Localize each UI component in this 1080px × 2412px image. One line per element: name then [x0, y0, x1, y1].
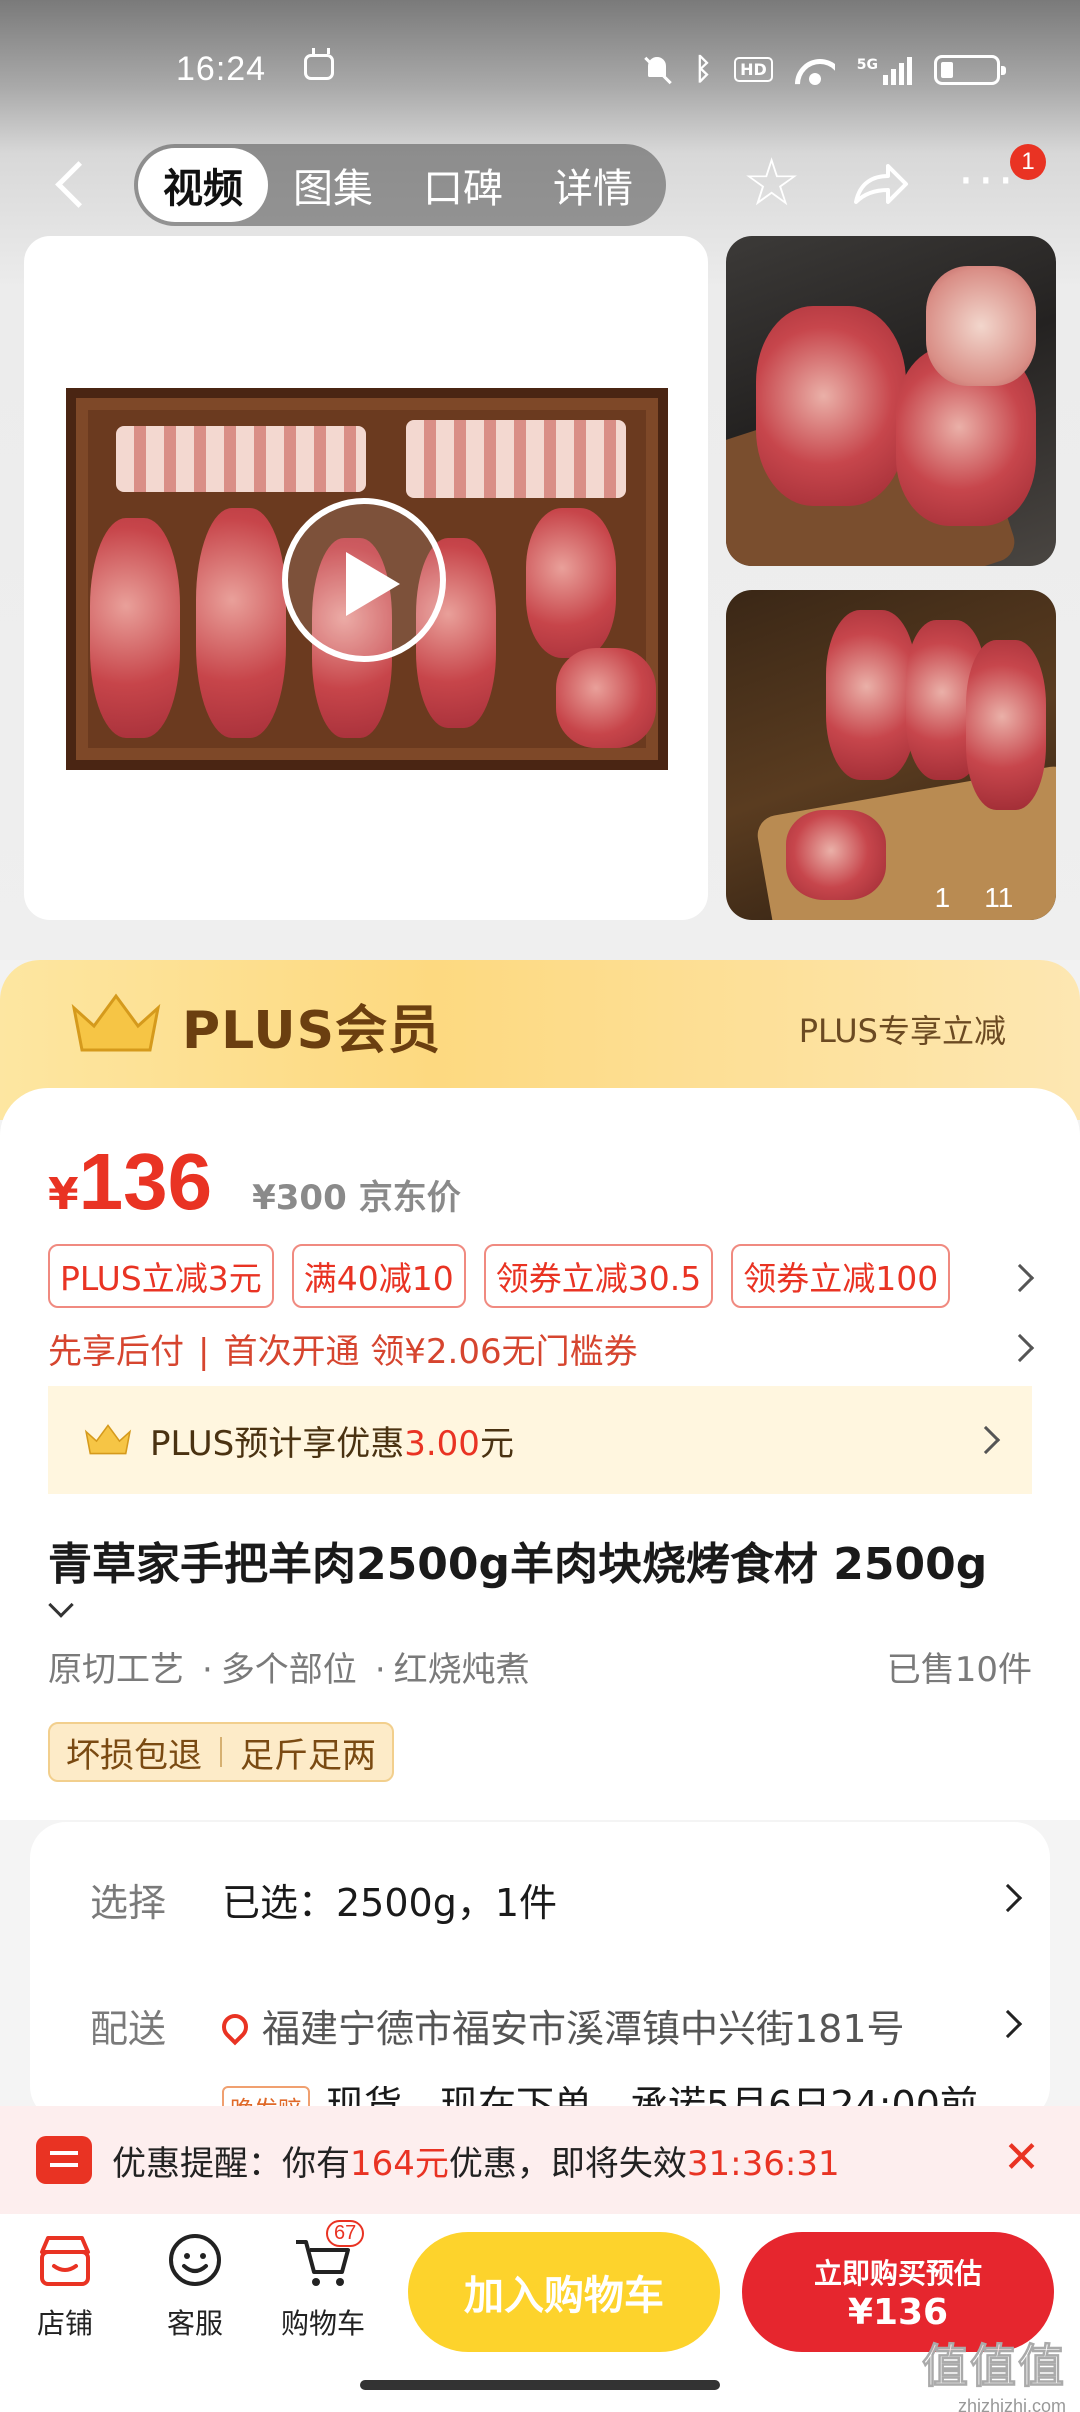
play-icon[interactable]	[282, 498, 446, 662]
feature-item: 原切工艺	[48, 1650, 184, 1690]
promo-reminder[interactable]: 优惠提醒：你有164元优惠，即将失效31:36:31 ✕	[0, 2106, 1080, 2214]
coupon-icon	[36, 2136, 92, 2184]
original-price: ¥300	[252, 1178, 347, 1218]
hd-icon: HD	[734, 57, 773, 82]
pay-later-row[interactable]: 先享后付 | 首次开通 领¥2.06无门槛券	[48, 1324, 638, 1373]
promo-tags[interactable]: PLUS立减3元 满40减10 领券立减30.5 领券立减100	[48, 1244, 951, 1308]
promo-tag[interactable]: 领券立减100	[731, 1244, 951, 1308]
home-indicator[interactable]	[360, 2380, 720, 2390]
select-row[interactable]: 选择 已选：2500g，1件	[90, 1872, 1050, 1927]
status-bar: 16:24 ᛒ HD 5G	[0, 40, 1080, 100]
media-tabs: 视频 图集 口碑 详情	[134, 144, 666, 226]
tab-reviews[interactable]: 口碑	[398, 148, 528, 222]
promo-tag[interactable]: 领券立减30.5	[483, 1244, 714, 1308]
sold-count: 已售10件	[886, 1650, 1032, 1690]
original-price-label: 京东价	[358, 1178, 461, 1218]
selection-card: 选择已选：2500g，1件 配送福建宁德市福安市溪潭镇中兴街181号 晚发赔现货…	[30, 1822, 1050, 2129]
price-symbol: ¥	[48, 1169, 79, 1220]
cart-label: 购物车	[280, 2307, 365, 2340]
back-icon[interactable]	[52, 162, 96, 206]
separator: |	[198, 1332, 210, 1372]
crown-icon	[84, 1424, 132, 1455]
product-features: 原切工艺 · 多个部位 · 红烧炖煮	[48, 1650, 530, 1690]
service-tag: 足斤足两	[240, 1735, 376, 1776]
watermark: 值值值 zhizhizhi.com	[922, 2330, 1067, 2412]
reminder-text: 优惠提醒：你有164元优惠，即将失效31:36:31	[112, 2143, 840, 2184]
star-icon[interactable]: ☆	[742, 150, 801, 216]
plus-saving-amount: 3.00	[404, 1423, 480, 1464]
thumbnail-image[interactable]	[726, 590, 1056, 920]
store-button[interactable]: 店铺	[10, 2230, 120, 2342]
reminder-countdown: 31:36:31	[686, 2143, 840, 2184]
delivery-address: 福建宁德市福安市溪潭镇中兴街181号	[262, 2007, 905, 2051]
tv-icon	[304, 54, 334, 80]
select-value: 已选：2500g，1件	[222, 1881, 558, 1925]
cart-icon: 67	[292, 2220, 365, 2292]
store-label: 店铺	[36, 2307, 93, 2340]
watermark-url: zhizhizhi.com	[957, 2396, 1066, 2412]
location-pin-icon	[216, 2008, 254, 2046]
promo-tag[interactable]: PLUS立减3元	[48, 1244, 274, 1308]
feature-item: 多个部位	[220, 1650, 357, 1690]
service-tag: 坏损包退	[66, 1735, 202, 1776]
bluetooth-icon: ᛒ	[694, 52, 713, 87]
close-icon[interactable]: ✕	[1003, 2136, 1040, 2180]
top-nav: 视频 图集 口碑 详情 ☆ ··· 1	[0, 140, 1080, 230]
status-time: 16:24	[176, 50, 267, 88]
service-tags[interactable]: 坏损包退 足斤足两	[48, 1722, 394, 1782]
pay-later-label: 先享后付	[48, 1332, 184, 1372]
product-video[interactable]	[24, 236, 708, 920]
chevron-down-icon[interactable]	[48, 1592, 74, 1618]
delivery-row[interactable]: 配送 福建宁德市福安市溪潭镇中兴街181号	[90, 1998, 1050, 2053]
chat-icon	[164, 2230, 226, 2292]
chevron-right-icon[interactable]	[1005, 1263, 1035, 1293]
wifi-icon	[795, 55, 835, 85]
buy-now-label: 立即购买预估	[813, 2256, 982, 2290]
gallery-current: 1	[934, 882, 951, 913]
pay-later-offer: 首次开通 领¥2.06无门槛券	[223, 1332, 638, 1372]
delivery-label: 配送	[90, 2007, 167, 2051]
feature-item: 红烧炖煮	[393, 1650, 530, 1690]
thumbnail-image[interactable]	[726, 236, 1056, 566]
chevron-right-icon[interactable]	[1005, 1333, 1035, 1363]
tab-video[interactable]: 视频	[138, 148, 268, 222]
promo-tag[interactable]: 满40减10	[291, 1244, 466, 1308]
gallery-total: 11	[984, 882, 1014, 913]
mute-icon	[642, 55, 672, 85]
more-icon[interactable]: ···	[958, 156, 1018, 206]
plus-saving-text: PLUS预计享优惠3.00元	[150, 1423, 514, 1464]
buy-now-price: ¥136	[847, 2291, 949, 2333]
signal-icon: 5G	[857, 55, 912, 85]
cart-count-badge: 67	[326, 2220, 365, 2247]
plus-exclusive-label: PLUS专享立减	[798, 1012, 1006, 1050]
watermark-logo: 值值值	[922, 2339, 1066, 2394]
price-row: ¥ 136 ¥300 京东价	[48, 1136, 461, 1228]
store-icon	[34, 2230, 96, 2292]
service-label: 客服	[166, 2307, 223, 2340]
product-title: 青草家手把羊肉2500g羊肉块烧烤食材 2500g	[48, 1539, 988, 1590]
tab-gallery[interactable]: 图集	[268, 148, 398, 222]
plus-title: PLUS会员	[182, 1001, 442, 1061]
battery-icon	[934, 54, 1006, 85]
status-icons: ᛒ HD 5G	[642, 52, 1006, 87]
select-label: 选择	[90, 1881, 167, 1925]
cart-button[interactable]: 67 购物车	[268, 2220, 378, 2342]
tab-details[interactable]: 详情	[528, 148, 658, 222]
crown-icon	[71, 993, 161, 1052]
reminder-amount: 164元	[350, 2143, 449, 2184]
add-to-cart-button[interactable]: 加入购物车	[408, 2232, 720, 2352]
share-icon[interactable]	[850, 156, 910, 216]
plus-saving-bar[interactable]: PLUS预计享优惠3.00元	[48, 1386, 1032, 1494]
customer-service-button[interactable]: 客服	[140, 2230, 250, 2342]
notification-badge: 1	[1010, 144, 1046, 180]
price-value: 136	[78, 1137, 213, 1226]
gallery-counter: 1 11	[914, 876, 1034, 920]
